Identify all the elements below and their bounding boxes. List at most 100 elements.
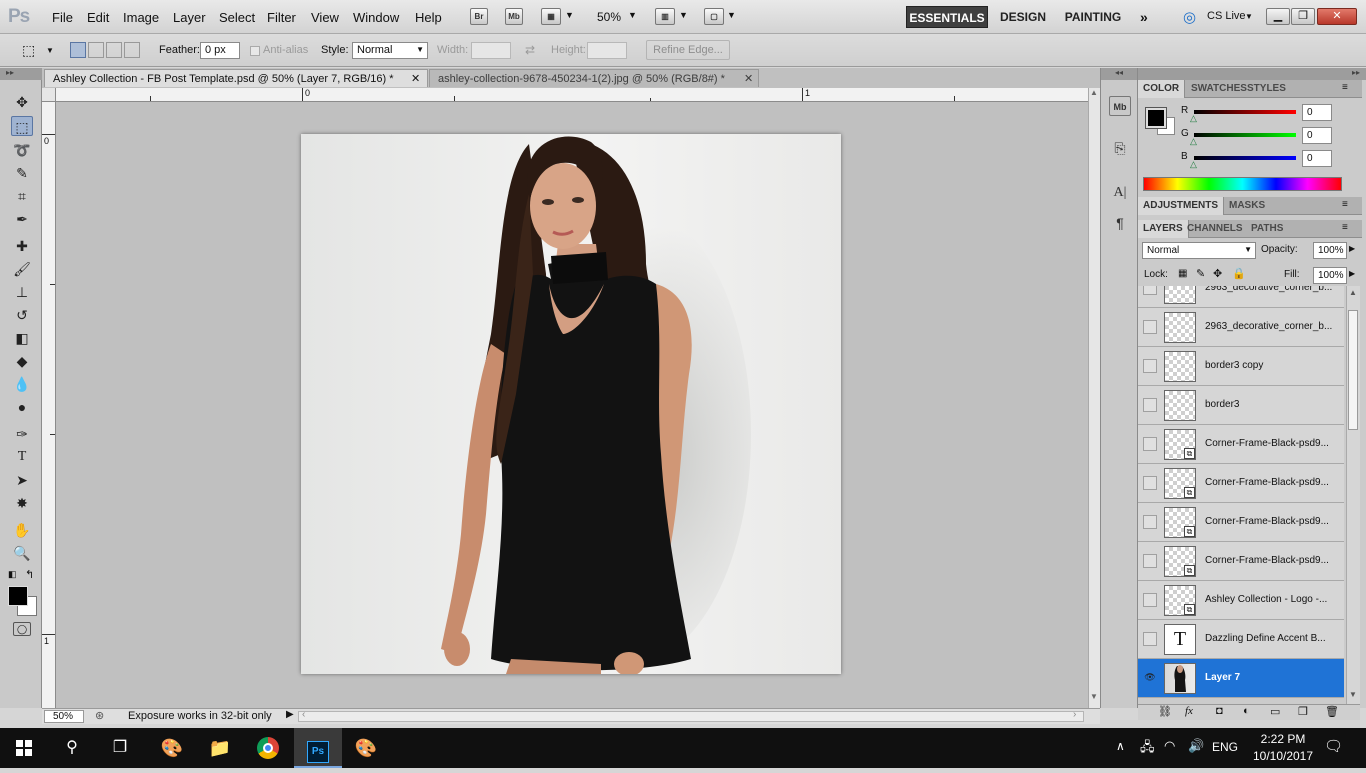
tab-masks[interactable]: MASKS	[1224, 197, 1270, 215]
menu-window[interactable]: Window	[353, 10, 399, 25]
slider-handle-icon[interactable]: △	[1190, 113, 1197, 124]
intersect-selection-icon[interactable]	[124, 42, 140, 58]
layer-row[interactable]: ⧉ Ashley Collection - Logo -...	[1138, 581, 1344, 620]
blend-mode-select[interactable]: Normal ▼	[1142, 242, 1256, 259]
screen-mode-icon[interactable]: ▢	[704, 8, 724, 25]
panel-expand-icon[interactable]: ◂◂	[1101, 68, 1137, 80]
chevron-down-icon[interactable]: ▼	[565, 10, 574, 20]
green-slider[interactable]	[1194, 133, 1296, 137]
tab-ashley-collection-jpg[interactable]: ashley-collection-9678-450234-1(2).jpg @…	[429, 69, 759, 87]
layer-thumbnail[interactable]	[1164, 312, 1196, 343]
clock-time[interactable]: 2:22 PM	[1257, 732, 1309, 746]
tab-fb-post-template[interactable]: Ashley Collection - FB Post Template.psd…	[44, 69, 428, 87]
language-indicator[interactable]: ENG	[1212, 740, 1238, 754]
new-group-icon[interactable]: ▭	[1270, 705, 1280, 718]
cs-live-menu[interactable]: CS Live	[1207, 10, 1246, 22]
layer-row[interactable]: 2963_decorative_corner_b...	[1138, 286, 1344, 308]
layer-row[interactable]: 2963_decorative_corner_b...	[1138, 308, 1344, 347]
layer-thumbnail[interactable]	[1164, 390, 1196, 421]
workspace-design[interactable]: DESIGN	[995, 6, 1051, 28]
add-mask-icon[interactable]: ◘	[1216, 705, 1223, 717]
search-icon[interactable]: ⚲	[48, 728, 96, 768]
layer-thumbnail[interactable]: ⧉	[1164, 468, 1196, 499]
view-extras-icon[interactable]: ▦	[541, 8, 561, 25]
tab-color[interactable]: COLOR	[1138, 80, 1186, 98]
workspace-painting[interactable]: PAINTING	[1060, 6, 1126, 28]
layer-row[interactable]: T Dazzling Define Accent B...	[1138, 620, 1344, 659]
style-select[interactable]: Normal ▼	[352, 42, 428, 59]
dodge-tool-icon[interactable]: ●	[11, 397, 33, 417]
visibility-toggle[interactable]	[1143, 593, 1157, 607]
fill-input[interactable]: 100%	[1313, 267, 1347, 284]
paint-3d-icon[interactable]: 🎨	[342, 728, 390, 768]
menu-view[interactable]: View	[311, 10, 339, 25]
blue-slider[interactable]	[1194, 156, 1296, 160]
layer-thumbnail[interactable]	[1164, 351, 1196, 382]
subtract-from-selection-icon[interactable]	[106, 42, 122, 58]
character-panel-icon[interactable]: A|	[1109, 183, 1131, 203]
paint-bucket-tool-icon[interactable]: ◆	[11, 351, 33, 371]
zoom-tool-icon[interactable]: 🔍	[11, 543, 33, 563]
layer-thumbnail[interactable]: ⧉	[1164, 546, 1196, 577]
volume-icon[interactable]: 🔊	[1188, 738, 1204, 754]
type-tool-icon[interactable]: T	[11, 447, 33, 467]
close-icon[interactable]: ✕	[744, 70, 756, 88]
lock-all-icon[interactable]: 🔒	[1232, 267, 1246, 280]
move-tool-icon[interactable]: ✥	[11, 92, 33, 112]
slider-handle-icon[interactable]: △	[1190, 159, 1197, 170]
menu-edit[interactable]: Edit	[87, 10, 109, 25]
default-colors-icon[interactable]: ◧	[8, 569, 17, 580]
paragraph-panel-icon[interactable]: ¶	[1109, 213, 1131, 233]
task-view-icon[interactable]: ❐	[96, 728, 144, 768]
width-input[interactable]	[471, 42, 511, 59]
new-selection-icon[interactable]	[70, 42, 86, 58]
quick-selection-tool-icon[interactable]: ✎	[11, 163, 33, 183]
notifications-icon[interactable]: 🗨	[1324, 737, 1343, 755]
layer-thumbnail[interactable]: ⧉	[1164, 507, 1196, 538]
tab-paths[interactable]: PATHS	[1246, 220, 1288, 238]
horizontal-scrollbar[interactable]	[298, 711, 1084, 722]
anti-alias-checkbox[interactable]	[250, 46, 260, 56]
layer-thumbnail[interactable]	[1164, 286, 1196, 304]
close-icon[interactable]: ✕	[411, 70, 423, 88]
tab-channels[interactable]: CHANNELS	[1182, 220, 1248, 238]
status-menu-icon[interactable]: ▶	[286, 709, 294, 720]
scroll-down-icon[interactable]: ▼	[1090, 692, 1098, 701]
layer-row[interactable]: ⧉ Corner-Frame-Black-psd9...	[1138, 542, 1344, 581]
quick-mask-icon[interactable]: ◯	[13, 622, 31, 636]
menu-select[interactable]: Select	[219, 10, 255, 25]
visibility-toggle[interactable]	[1143, 398, 1157, 412]
wifi-icon[interactable]: ◠	[1164, 738, 1175, 754]
foreground-color-swatch[interactable]	[1145, 107, 1167, 129]
layer-row[interactable]: ⧉ Corner-Frame-Black-psd9...	[1138, 503, 1344, 542]
layer-thumbnail[interactable]: T	[1164, 624, 1196, 655]
tab-styles[interactable]: STYLES	[1242, 80, 1291, 98]
chevron-down-icon[interactable]: ▼	[727, 10, 736, 20]
tab-adjustments[interactable]: ADJUSTMENTS	[1138, 197, 1225, 215]
panel-menu-icon[interactable]: ≡	[1342, 82, 1348, 93]
path-selection-tool-icon[interactable]: ➤	[11, 470, 33, 490]
chevron-down-icon[interactable]: ▼	[1245, 12, 1253, 21]
lock-position-icon[interactable]: ✥	[1213, 267, 1222, 280]
panel-collapse-icon[interactable]: ▸▸	[0, 68, 42, 80]
close-button[interactable]: ✕	[1317, 8, 1357, 25]
menu-layer[interactable]: Layer	[173, 10, 206, 25]
swap-dimensions-icon[interactable]: ⇄	[525, 43, 535, 57]
start-button[interactable]	[0, 728, 48, 768]
network-icon[interactable]: 🖧	[1140, 738, 1155, 760]
ruler-origin[interactable]	[42, 88, 56, 102]
pen-tool-icon[interactable]: ✑	[11, 424, 33, 444]
arrange-documents-icon[interactable]: ▥	[655, 8, 675, 25]
chevron-down-icon[interactable]: ▼	[46, 46, 54, 55]
eyedropper-tool-icon[interactable]: ✒	[11, 209, 33, 229]
chevron-down-icon[interactable]: ▼	[679, 10, 688, 20]
chrome-icon[interactable]	[244, 728, 292, 768]
zoom-level-select[interactable]: 50%	[597, 10, 621, 24]
panel-menu-icon[interactable]: ≡	[1342, 199, 1348, 210]
clock-date[interactable]: 10/10/2017	[1250, 749, 1316, 763]
scroll-right-icon[interactable]: ›	[1073, 709, 1076, 720]
add-to-selection-icon[interactable]	[88, 42, 104, 58]
layer-row[interactable]: border3 copy	[1138, 347, 1344, 386]
foreground-color-swatch[interactable]	[8, 586, 28, 606]
red-value[interactable]: 0	[1302, 104, 1332, 121]
